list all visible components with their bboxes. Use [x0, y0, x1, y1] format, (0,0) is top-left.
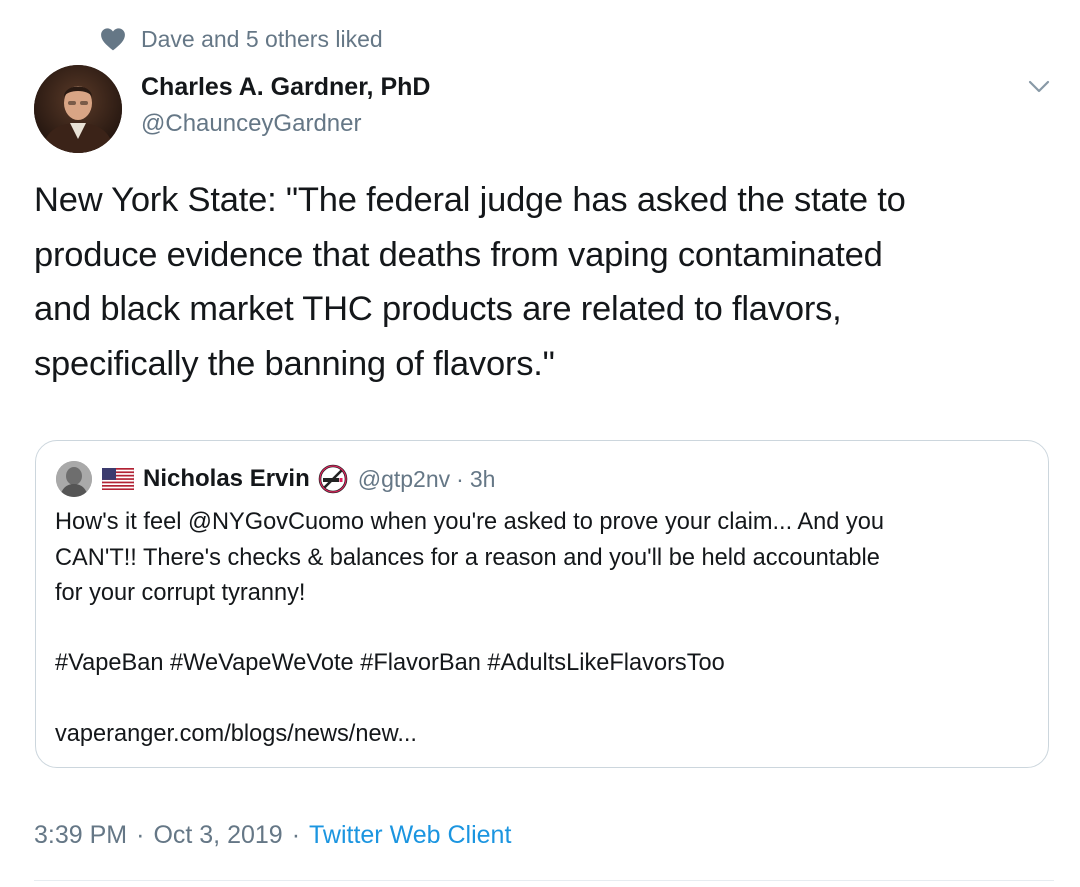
avatar-photo	[34, 65, 122, 153]
quoted-tweet-hashtags[interactable]: #VapeBan #WeVapeWeVote #FlavorBan #Adult…	[55, 646, 725, 682]
quoted-author-handle[interactable]: @gtp2nv	[358, 466, 450, 493]
us-flag-icon	[102, 468, 134, 490]
tweet-source-link[interactable]: Twitter Web Client	[309, 821, 511, 850]
social-context[interactable]: Dave and 5 others liked	[100, 22, 383, 56]
author-name[interactable]: Charles A. Gardner, PhD	[141, 73, 430, 102]
quoted-tweet-link[interactable]: vaperanger.com/blogs/news/new...	[55, 717, 417, 753]
tweet-time[interactable]: 3:39 PM	[34, 821, 127, 850]
quoted-tweet-card[interactable]: Nicholas Ervin @gtp2nv · 3h How's it fee…	[35, 440, 1049, 768]
quoted-avatar-photo	[56, 461, 92, 497]
tweet-date[interactable]: Oct 3, 2019	[153, 821, 282, 850]
author-avatar[interactable]	[34, 65, 122, 153]
author-handle[interactable]: @ChaunceyGardner	[141, 110, 361, 138]
tweet-text: New York State: "The federal judge has a…	[34, 181, 906, 383]
chevron-down-icon[interactable]	[1024, 74, 1054, 100]
quoted-separator: ·	[456, 465, 464, 492]
quoted-tweet-text: How's it feel @NYGovCuomo when you're as…	[55, 509, 884, 606]
quoted-author-avatar[interactable]	[56, 461, 92, 497]
quoted-timestamp[interactable]: 3h	[470, 466, 496, 493]
tweet-metadata: 3:39 PM · Oct 3, 2019 · Twitter Web Clie…	[34, 817, 511, 853]
divider	[34, 880, 1054, 881]
heart-icon	[101, 28, 125, 51]
meta-separator: ·	[291, 820, 301, 849]
social-context-text: Dave and 5 others liked	[141, 25, 383, 52]
no-smoking-icon	[318, 464, 348, 494]
quoted-author-name[interactable]: Nicholas Ervin	[143, 465, 310, 493]
quoted-tweet-header: Nicholas Ervin @gtp2nv · 3h	[56, 461, 495, 497]
meta-separator: ·	[136, 820, 145, 849]
